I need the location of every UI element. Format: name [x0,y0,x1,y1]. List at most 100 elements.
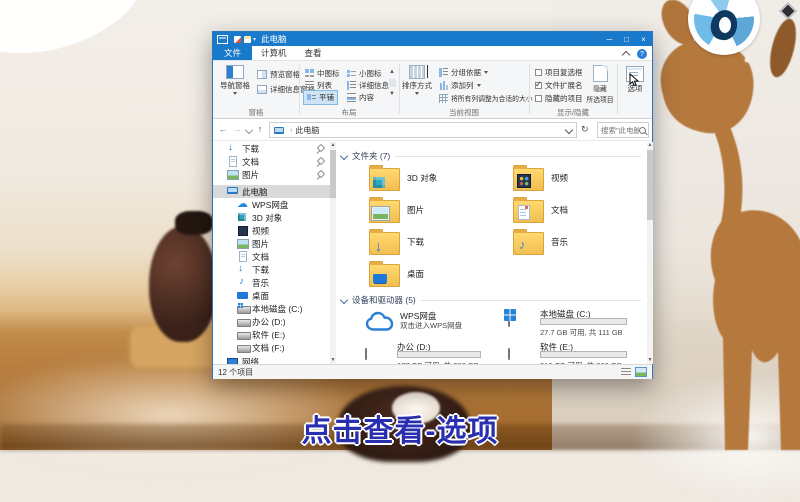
preview-pane-icon [257,70,267,79]
refresh-button[interactable]: ↻ [581,124,589,135]
folder-tile-documents[interactable]: 文档 [513,196,568,223]
qat-new-folder-icon[interactable] [244,36,251,43]
sidebar-item-network[interactable]: 网络 [213,355,330,364]
hidden-items-checkbox[interactable]: 隐藏的项目 [535,93,583,104]
sidebar-item-wps-cloud[interactable]: WPS网盘 [213,198,330,211]
qat-dropdown-icon[interactable]: ▾ [253,36,256,43]
sidebar-item-3d-objects[interactable]: 3D 对象 [213,211,330,224]
search-input[interactable] [601,126,639,135]
device-tile-local-disk-c[interactable]: 本地磁盘 (C:) 27.7 GB 可用, 共 111 GB [508,308,510,318]
drive-icon [237,329,248,340]
layout-scroll-down-icon[interactable]: ▼ [389,91,395,97]
layout-scroll-track[interactable] [389,79,396,87]
back-button[interactable]: ← [217,122,229,137]
search-icon[interactable] [639,127,646,134]
music-icon [237,277,248,288]
layout-option-tiles-selected[interactable]: 平铺 [303,90,338,105]
main-scrollbar[interactable]: ▲ ▼ [647,142,653,364]
address-bar[interactable]: › 此电脑 [269,122,577,138]
preview-pane-button[interactable]: 预览窗格 [257,69,300,80]
navigation-sidebar: 下载 文档 图片 此电脑 WPS网盘 3D 对象 视频 图片 文档 下载 音乐 … [213,142,330,364]
sidebar-item-desktop[interactable]: 桌面 [213,289,330,302]
sidebar-item-local-disk-c[interactable]: 本地磁盘 (C:) [213,302,330,315]
sidebar-item-downloads-pinned[interactable]: 下载 [213,142,330,155]
computer-icon [227,186,238,197]
size-all-columns-button[interactable]: 将所有列调整为合适的大小 [439,93,533,103]
folder-tile-3d-objects[interactable]: 3D 对象 [369,164,437,191]
sidebar-item-office-d[interactable]: 办公 (D:) [213,315,330,328]
sidebar-scrollbar[interactable]: ▲ ▼ [330,142,336,364]
download-icon [227,143,238,154]
tab-file[interactable]: 文件 [213,46,252,60]
sidebar-item-software-e[interactable]: 软件 (E:) [213,328,330,341]
hide-selected-icon [593,65,608,82]
folder-tile-downloads[interactable]: 下载 [369,228,424,255]
group-by-button[interactable]: 分组依据 [439,67,488,78]
document-icon [237,251,248,262]
sort-by-button[interactable]: 排序方式 [401,65,433,95]
file-extensions-checkbox[interactable]: 文件扩展名 [535,80,583,91]
layout-option-details[interactable]: 详细信息 [347,80,389,91]
scroll-down-icon[interactable]: ▼ [647,357,653,364]
scrollbar-thumb[interactable] [330,150,336,198]
forward-button[interactable]: → [231,122,243,137]
layout-option-medium-icons[interactable]: 中图标 [305,68,340,79]
folder-tile-pictures[interactable]: 图片 [369,196,424,223]
folder-tile-music[interactable]: 音乐 [513,228,568,255]
maximize-button[interactable]: □ [618,32,635,46]
help-button[interactable]: ? [637,49,647,59]
folder-icon [369,232,400,255]
scrollbar-thumb[interactable] [647,150,653,220]
picture-icon [372,207,389,220]
status-view-thumbnail-icon[interactable] [635,367,647,377]
tab-computer[interactable]: 计算机 [252,46,296,60]
device-tile-office-d[interactable]: 办公 (D:) 177 GB 可用, 共 200 GB [365,341,367,351]
devices-section-header[interactable]: 设备和驱动器 (5) [341,294,641,306]
sidebar-item-pictures-pinned[interactable]: 图片 [213,168,330,181]
layout-option-small-icons[interactable]: 小图标 [347,68,382,79]
sidebar-item-downloads[interactable]: 下载 [213,263,330,276]
title-bar: ▾ 此电脑 ─ □ × [213,32,652,46]
item-checkboxes-checkbox[interactable]: 项目复选框 [535,67,583,78]
address-dropdown-icon[interactable] [565,126,573,134]
scroll-down-icon[interactable]: ▼ [330,357,336,364]
folder-tile-videos[interactable]: 视频 [513,164,568,191]
sidebar-item-pictures[interactable]: 图片 [213,237,330,250]
up-button[interactable]: ↑ [254,122,266,137]
felt-deer [635,0,800,450]
sidebar-item-videos[interactable]: 视频 [213,224,330,237]
collapse-section-icon[interactable] [340,296,348,304]
drive-icon [365,348,367,360]
hide-selected-button[interactable]: 隐藏 所选项目 [585,65,615,104]
collapse-section-icon[interactable] [340,152,348,160]
folder-tile-desktop[interactable]: 桌面 [369,260,424,287]
layout-option-content[interactable]: 内容 [347,92,374,103]
device-tile-software-e[interactable]: 软件 (E:) 316 GB 可用, 共 366 GB [508,341,510,351]
medium-icons-icon [305,69,314,78]
folders-section-header[interactable]: 文件夹 (7) [341,150,641,162]
add-columns-button[interactable]: 添加列 [439,80,481,91]
qat-properties-icon[interactable] [234,36,241,43]
sidebar-item-music[interactable]: 音乐 [213,276,330,289]
scroll-up-icon[interactable]: ▲ [330,142,336,149]
close-button[interactable]: × [635,32,652,46]
content-icon [347,93,356,102]
minimize-button[interactable]: ─ [601,32,618,46]
sidebar-item-this-pc[interactable]: 此电脑 [213,185,330,198]
drive-icon [237,316,248,327]
navigation-pane-button[interactable]: 导航窗格 [217,65,253,95]
sidebar-item-documents[interactable]: 文档 [213,250,330,263]
recent-locations-icon[interactable] [245,126,253,134]
sidebar-item-documents-f[interactable]: 文档 (F:) [213,341,330,354]
size-all-columns-icon [439,94,448,103]
scroll-up-icon[interactable]: ▲ [647,142,653,149]
device-detail: 27.7 GB 可用, 共 111 GB [540,327,623,338]
status-view-details-icon[interactable] [621,368,631,376]
tab-view[interactable]: 查看 [296,46,331,60]
details-pane-icon [257,85,267,94]
sidebar-item-documents-pinned[interactable]: 文档 [213,155,330,168]
picture-icon [237,238,248,249]
address-location[interactable]: 此电脑 [295,125,319,136]
address-row: ← → ↑ › 此电脑 ↻ [213,119,652,141]
layout-scroll-up-icon[interactable]: ▲ [389,69,395,75]
